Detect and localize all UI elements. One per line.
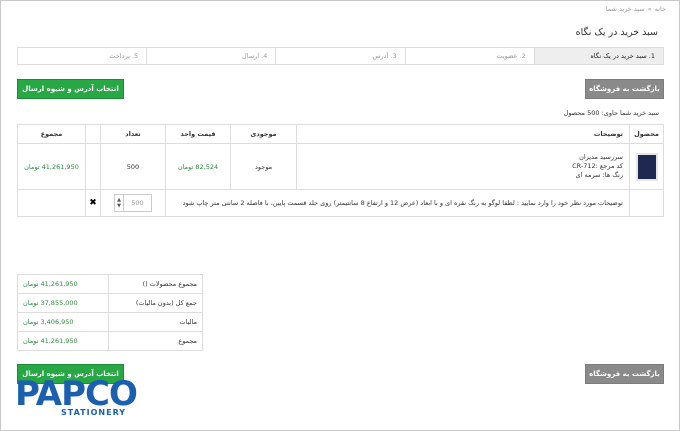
step-payment: 5. پرداخت [17, 48, 147, 64]
subtotal-value: 37,855,000 تومان [17, 293, 109, 313]
step-address: 3. آدرس [275, 48, 405, 64]
tax-value: 3,406,950 تومان [17, 312, 109, 332]
back-to-shop-button[interactable]: بازگشت به فروشگاه [585, 79, 664, 99]
table-row: سررسید مدیران کد مرجع :CR-712 رنگ ها: سر… [17, 143, 664, 190]
quantity-stepper[interactable]: ▲ ▼ 500 [114, 194, 152, 212]
breadcrumb-current: سبد خرید شما [605, 5, 645, 13]
header-remove [85, 124, 101, 144]
cart-table: محصول توضیحات موجودی قیمت واحد تعداد مجم… [17, 124, 664, 217]
breadcrumb-separator: » [647, 5, 652, 13]
checkout-steps: 1. سبد خرید در یک نگاه 2. عضویت 3. آدرس … [17, 47, 664, 65]
logo-wordmark: PAPCO [15, 374, 138, 414]
papco-logo: PAPCO STATIONERY [15, 377, 157, 419]
availability-cell: موجود [230, 143, 297, 190]
step-cart: 1. سبد خرید در یک نگاه [533, 48, 663, 64]
remove-item-icon[interactable]: ✖ [89, 198, 97, 208]
logo-subtitle: STATIONERY [61, 408, 127, 417]
unit-price-cell: 82,524 تومان [165, 143, 231, 190]
product-name[interactable]: سررسید مدیران [297, 153, 623, 162]
product-ref: کد مرجع :CR-712 [572, 162, 623, 170]
back-to-shop-button-bottom[interactable]: بازگشت به فروشگاه [585, 364, 664, 384]
row-total-cell: 41,261,950 تومان [17, 143, 86, 190]
breadcrumb: خانه»سبد خرید شما [606, 5, 666, 13]
product-cell [629, 143, 664, 190]
total-products-label: مجموع محصولات () [108, 274, 203, 294]
product-color: رنگ ها: سرمه ای [575, 171, 623, 179]
totals-row: مجموع 41,261,950 تومان [17, 331, 203, 351]
page-title: سبد خرید در یک نگاه [575, 27, 658, 38]
note-spacer-left [17, 189, 86, 217]
empty-cell [85, 143, 101, 190]
quantity-cell: 500 [100, 143, 166, 190]
chevron-down-icon[interactable]: ▼ [117, 203, 121, 209]
choose-shipping-button[interactable]: انتخاب آدرس و شیوه ارسال [17, 79, 124, 99]
tax-label: مالیات [108, 312, 203, 332]
totals-row: جمع کل (بدون مالیات) 37,855,000 تومان [17, 293, 203, 313]
totals-row: مجموع محصولات () 41,261,950 تومان [17, 274, 203, 294]
breadcrumb-home[interactable]: خانه [655, 5, 666, 13]
header-unit-price: قیمت واحد [165, 124, 231, 144]
stepper-arrows[interactable]: ▲ ▼ [115, 195, 124, 211]
quantity-input-value[interactable]: 500 [124, 199, 151, 207]
totals-table: مجموع محصولات () 41,261,950 تومان جمع کل… [17, 274, 203, 351]
note-spacer [629, 189, 664, 217]
header-quantity: تعداد [100, 124, 166, 144]
qty-input-cell: ▲ ▼ 500 [100, 189, 166, 217]
note-row: توضیحات مورد نظر خود را وارد نمایید : لط… [17, 189, 664, 217]
cart-summary: سبد خرید شما حاوی: 500 محصول [563, 109, 659, 117]
totals-row: مالیات 3,406,950 تومان [17, 312, 203, 332]
product-thumbnail[interactable] [635, 152, 658, 181]
header-total: مجموع [17, 124, 86, 144]
step-shipping: 4. ارسال [146, 48, 276, 64]
remove-cell: ✖ [85, 189, 101, 217]
customization-note: توضیحات مورد نظر خود را وارد نمایید : لط… [165, 189, 630, 217]
product-description: سررسید مدیران کد مرجع :CR-712 رنگ ها: سر… [296, 143, 630, 190]
grand-total-label: مجموع [108, 331, 203, 351]
header-description: توضیحات [296, 124, 630, 144]
total-products-value: 41,261,950 تومان [17, 274, 109, 294]
header-availability: موجودی [230, 124, 297, 144]
grand-total-value: 41,261,950 تومان [17, 331, 109, 351]
header-product: محصول [629, 124, 664, 144]
subtotal-label: جمع کل (بدون مالیات) [108, 293, 203, 313]
step-signup: 2. عضویت [404, 48, 534, 64]
